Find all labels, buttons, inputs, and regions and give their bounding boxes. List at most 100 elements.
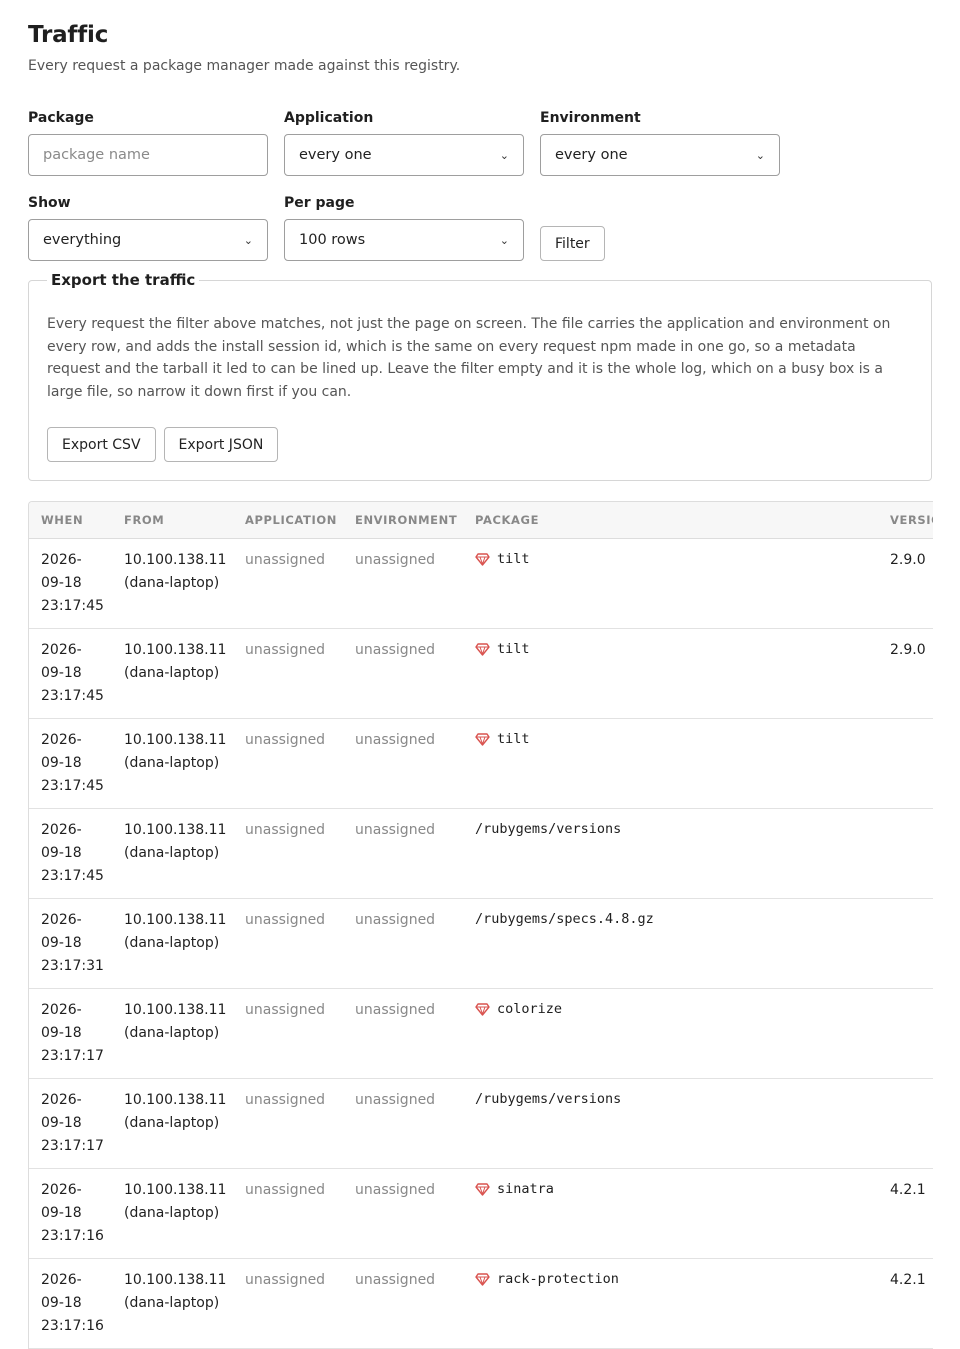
from-ip: 10.100.138.11 [124, 552, 227, 568]
column-header-version[interactable]: VERSIO [878, 502, 933, 539]
table-row[interactable]: 2026- 09-18 23:17:16 10.100.138.11 (dana-lap… [29, 1168, 933, 1259]
when-cell: 2026- 09-18 23:17:45 [29, 808, 112, 899]
when-date: 2026- [41, 1002, 82, 1018]
chevron-down-icon: ⌄ [755, 148, 765, 162]
page-subtitle: Every request a package manager made aga… [28, 58, 461, 74]
table-row[interactable]: 2026- 09-18 23:17:45 10.100.138.11 (dana-lap… [29, 628, 933, 719]
per-page-label: Per page [284, 195, 355, 211]
environment-cell: unassigned [343, 898, 463, 989]
package-name[interactable]: rack-protection [497, 1269, 619, 1289]
export-legend: Export the traffic [51, 271, 196, 289]
when-date: 2026- [41, 1272, 82, 1288]
column-header-package[interactable]: PACKAGE [463, 502, 878, 539]
request-path: /rubygems/specs.4.8.gz [475, 911, 654, 927]
package-cell: tilt [463, 538, 878, 629]
from-cell: 10.100.138.11 (dana-laptop) [112, 808, 233, 899]
ruby-gem-icon [475, 552, 490, 566]
when-time: 23:17:17 [41, 1138, 104, 1154]
when-date-rest: 09-18 [41, 575, 82, 591]
package-name[interactable]: tilt [497, 729, 530, 749]
version-cell: 2.9.0 [878, 628, 933, 719]
per-page-select[interactable]: 100 rows ⌄ [284, 219, 524, 261]
export-panel: Export the traffic Every request the fil… [28, 271, 932, 481]
environment-value: every one [555, 147, 628, 163]
when-cell: 2026- 09-18 23:17:16 [29, 1258, 112, 1349]
application-cell: unassigned [233, 898, 343, 989]
from-cell: 10.100.138.11 (dana-laptop) [112, 1258, 233, 1349]
when-date-rest: 09-18 [41, 665, 82, 681]
package-name[interactable]: tilt [497, 549, 530, 569]
package-cell: sinatra [463, 1168, 878, 1259]
when-date-rest: 09-18 [41, 1025, 82, 1041]
when-cell: 2026- 09-18 23:17:17 [29, 1078, 112, 1169]
when-date: 2026- [41, 1092, 82, 1108]
from-ip: 10.100.138.11 [124, 642, 227, 658]
when-time: 23:17:16 [41, 1228, 104, 1244]
environment-cell: unassigned [343, 1168, 463, 1259]
environment-select[interactable]: every one ⌄ [540, 134, 780, 176]
when-cell: 2026- 09-18 23:17:45 [29, 718, 112, 809]
version-cell [878, 718, 933, 809]
application-cell: unassigned [233, 628, 343, 719]
package-name[interactable]: sinatra [497, 1179, 554, 1199]
version-cell [878, 898, 933, 989]
table-row[interactable]: 2026- 09-18 23:17:45 10.100.138.11 (dana-lap… [29, 808, 933, 899]
export-description: Every request the filter above matches, … [47, 316, 891, 400]
table-row[interactable]: 2026- 09-18 23:17:17 10.100.138.11 (dana-lap… [29, 988, 933, 1079]
when-time: 23:17:31 [41, 958, 104, 974]
from-host: (dana-laptop) [124, 755, 220, 771]
package-name[interactable]: colorize [497, 999, 562, 1019]
when-cell: 2026- 09-18 23:17:16 [29, 1168, 112, 1259]
per-page-value: 100 rows [299, 232, 366, 248]
package-input[interactable]: package name [28, 134, 268, 176]
chevron-down-icon: ⌄ [499, 233, 509, 247]
when-date: 2026- [41, 732, 82, 748]
column-header-application[interactable]: APPLICATION [233, 502, 343, 539]
show-select[interactable]: everything ⌄ [28, 219, 268, 261]
table-row[interactable]: 2026- 09-18 23:17:17 10.100.138.11 (dana-lap… [29, 1078, 933, 1169]
table-row[interactable]: 2026- 09-18 23:17:45 10.100.138.11 (dana-lap… [29, 538, 933, 629]
export-csv-button[interactable]: Export CSV [47, 427, 156, 462]
when-time: 23:17:45 [41, 598, 104, 614]
from-host: (dana-laptop) [124, 935, 220, 951]
when-cell: 2026- 09-18 23:17:45 [29, 628, 112, 719]
version-cell: 4.2.1 [878, 1168, 933, 1259]
ruby-gem-icon [475, 732, 490, 746]
application-cell: unassigned [233, 1168, 343, 1259]
when-date-rest: 09-18 [41, 1295, 82, 1311]
column-header-when[interactable]: WHEN [29, 502, 112, 539]
column-header-environment[interactable]: ENVIRONMENT [343, 502, 463, 539]
package-cell: /rubygems/versions [463, 1078, 878, 1169]
environment-label: Environment [540, 110, 641, 126]
environment-cell: unassigned [343, 1078, 463, 1169]
application-label: Application [284, 110, 374, 126]
environment-cell: unassigned [343, 988, 463, 1079]
from-host: (dana-laptop) [124, 575, 220, 591]
filter-button[interactable]: Filter [540, 226, 605, 261]
from-cell: 10.100.138.11 (dana-laptop) [112, 1078, 233, 1169]
page-title: Traffic [28, 22, 109, 48]
table-row[interactable]: 2026- 09-18 23:17:16 10.100.138.11 (dana-lap… [29, 1258, 933, 1349]
from-cell: 10.100.138.11 (dana-laptop) [112, 538, 233, 629]
when-date: 2026- [41, 552, 82, 568]
from-host: (dana-laptop) [124, 1295, 220, 1311]
when-time: 23:17:45 [41, 778, 104, 794]
from-cell: 10.100.138.11 (dana-laptop) [112, 898, 233, 989]
when-time: 23:17:45 [41, 868, 104, 884]
from-ip: 10.100.138.11 [124, 1182, 227, 1198]
version-cell [878, 808, 933, 899]
from-host: (dana-laptop) [124, 665, 220, 681]
table-row[interactable]: 2026- 09-18 23:17:45 10.100.138.11 (dana-lap… [29, 718, 933, 809]
package-name[interactable]: tilt [497, 639, 530, 659]
from-cell: 10.100.138.11 (dana-laptop) [112, 628, 233, 719]
chevron-down-icon: ⌄ [499, 148, 509, 162]
export-json-button[interactable]: Export JSON [163, 427, 279, 462]
traffic-page: Traffic Every request a package manager … [0, 0, 960, 1349]
traffic-table-container[interactable]: WHEN FROM APPLICATION ENVIRONMENT PACKAG… [28, 501, 933, 1349]
application-select[interactable]: every one ⌄ [284, 134, 524, 176]
version-cell [878, 1078, 933, 1169]
column-header-from[interactable]: FROM [112, 502, 233, 539]
filter-form: Package package name Application every o… [28, 110, 932, 261]
table-row[interactable]: 2026- 09-18 23:17:31 10.100.138.11 (dana-lap… [29, 898, 933, 989]
from-ip: 10.100.138.11 [124, 732, 227, 748]
